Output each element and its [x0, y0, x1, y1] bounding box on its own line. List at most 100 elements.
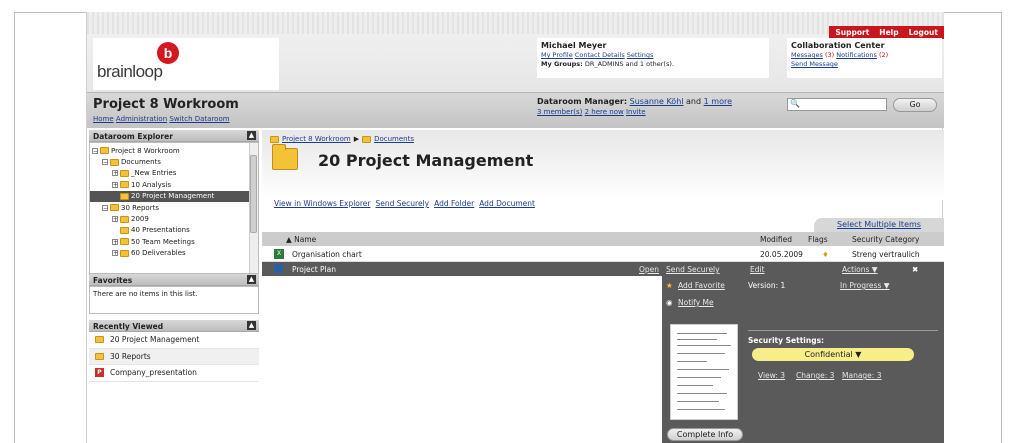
tree-node-label: 20 Project Management [131, 192, 215, 201]
tree-node[interactable]: +2009 [90, 213, 250, 224]
expand-toggle-icon[interactable]: + [112, 170, 118, 177]
col-security[interactable]: Security Category [852, 235, 919, 244]
col-modified[interactable]: Modified [760, 235, 792, 244]
notify-link[interactable]: Notify Me [678, 298, 714, 307]
search-input[interactable]: 🔍 [787, 98, 887, 111]
workroom-title: Project 8 Workroom [93, 97, 239, 112]
messages-count: (3) [824, 51, 835, 59]
messages-link[interactable]: Messages [791, 51, 823, 59]
col-name[interactable]: ▲ Name [286, 235, 316, 244]
row-name[interactable]: Organisation chart [292, 250, 362, 259]
contact-details-link[interactable]: Contact Details [575, 51, 625, 59]
expand-toggle-icon[interactable]: − [102, 159, 108, 166]
tree-node[interactable]: + _New Entries [90, 168, 250, 179]
status-menu[interactable]: In Progress ▼ [840, 281, 890, 290]
header: Support Help Logout b brainloop Michael … [87, 12, 944, 92]
expand-toggle-icon[interactable]: − [92, 147, 98, 154]
administration-link[interactable]: Administration [116, 115, 167, 123]
logout-link[interactable]: Logout [909, 28, 938, 37]
row-security: Streng vertraulich [852, 250, 920, 259]
collab-title: Collaboration Center [791, 41, 885, 50]
switch-dataroom-link[interactable]: Switch Dataroom [169, 115, 229, 123]
support-link[interactable]: Support [835, 28, 869, 37]
tree-node-label: 2009 [131, 215, 149, 224]
breadcrumb: Project 8 Workroom ▶ Documents [270, 135, 414, 143]
complete-info-button[interactable]: Complete Info [667, 428, 743, 441]
expand-toggle-icon[interactable]: + [112, 250, 118, 257]
send-message-link[interactable]: Send Message [791, 60, 838, 68]
home-link[interactable]: Home [93, 115, 114, 123]
folder-icon [120, 169, 129, 177]
add-favorite-link[interactable]: Add Favorite [678, 281, 725, 290]
notifications-count: (2) [879, 51, 889, 59]
go-button[interactable]: Go [893, 98, 937, 112]
tree-node[interactable]: − Project 8 Workroom [90, 145, 250, 156]
close-icon[interactable]: ✖ [912, 265, 918, 274]
open-link[interactable]: Open [639, 265, 659, 274]
folder-icon [95, 336, 104, 344]
view-permission[interactable]: View: 3 [758, 371, 785, 380]
edit-link[interactable]: Edit [750, 265, 765, 274]
add-folder-link[interactable]: Add Folder [434, 199, 474, 208]
expand-toggle-icon[interactable]: + [112, 216, 118, 223]
collapse-icon[interactable]: ▲ [247, 321, 256, 330]
dm-more-link[interactable]: 1 more [704, 97, 732, 106]
folder-icon [120, 192, 129, 200]
expand-toggle-icon[interactable]: + [112, 238, 118, 245]
recent-item[interactable]: P Company_presentation [89, 365, 259, 382]
tree-scrollbar[interactable] [249, 143, 258, 273]
send-securely-link[interactable]: Send Securely [376, 199, 430, 208]
folder-icon [120, 249, 129, 257]
members-link[interactable]: 3 member(s) [537, 108, 582, 116]
view-explorer-link[interactable]: View in Windows Explorer [274, 199, 371, 208]
help-link[interactable]: Help [879, 28, 898, 37]
tree-node[interactable]: +50 Team Meetings [90, 236, 250, 247]
dataroom-tree: − Project 8 Workroom − Documents + _New Entri… [89, 142, 259, 274]
tree-node[interactable]: +60 Deliverables [90, 248, 250, 259]
col-flags[interactable]: Flags [808, 235, 828, 244]
crumb-documents[interactable]: Documents [374, 135, 414, 143]
expand-toggle-icon[interactable]: + [112, 181, 118, 188]
tree-node[interactable]: 20 Project Management [90, 190, 250, 202]
crumb-workroom[interactable]: Project 8 Workroom [282, 135, 351, 143]
tree-node[interactable]: − Documents [90, 156, 250, 167]
star-icon: ★ [666, 281, 673, 290]
invite-link[interactable]: Invite [626, 108, 646, 116]
tree-node-label: _New Entries [131, 169, 177, 178]
workroom-icon [270, 135, 279, 143]
explorer-header: Dataroom Explorer ▲ [89, 130, 259, 142]
recent-item[interactable]: 30 Reports [89, 348, 259, 365]
dm-name-link[interactable]: Susanne Köhl [630, 97, 684, 106]
tree-node[interactable]: +10 Analysis [90, 179, 250, 190]
select-multiple-tab[interactable]: Select Multiple Items [814, 218, 944, 232]
expand-toggle-icon[interactable]: − [102, 204, 108, 211]
manage-permission[interactable]: Manage: 3 [842, 371, 881, 380]
collapse-icon[interactable]: ▲ [247, 131, 256, 140]
logo[interactable]: b brainloop [93, 38, 279, 90]
document-thumbnail[interactable] [670, 324, 738, 420]
change-permission[interactable]: Change: 3 [796, 371, 834, 380]
tree-node[interactable]: 40 Presentations [90, 225, 250, 236]
settings-link[interactable]: Settings [627, 51, 654, 59]
scrollbar-thumb[interactable] [250, 155, 257, 233]
recent-item[interactable]: 20 Project Management [89, 332, 259, 349]
tree-node[interactable]: − 30 Reports [90, 202, 250, 213]
here-now-link[interactable]: 2 here now [585, 108, 624, 116]
security-category-select[interactable]: Confidential ▼ [752, 348, 914, 361]
notifications-link[interactable]: Notifications [836, 51, 877, 59]
spreadsheet-icon: X [274, 249, 284, 259]
recent-item-label: 30 Reports [110, 351, 151, 361]
tree-node-label: Project 8 Workroom [111, 146, 180, 155]
tree-node-label: 30 Reports [121, 203, 159, 212]
add-document-link[interactable]: Add Document [479, 199, 535, 208]
header-stripe [87, 12, 944, 34]
select-multiple-link[interactable]: Select Multiple Items [837, 220, 921, 229]
table-row[interactable]: X Organisation chart 20.05.2009 ♦ Streng… [262, 246, 944, 262]
actions-menu[interactable]: Actions ▼ [842, 265, 878, 274]
my-profile-link[interactable]: My Profile [541, 51, 573, 59]
detail-send-link[interactable]: Send Securely [666, 265, 720, 274]
row-modified: 20.05.2009 [760, 250, 803, 259]
collapse-icon[interactable]: ▲ [247, 275, 256, 284]
